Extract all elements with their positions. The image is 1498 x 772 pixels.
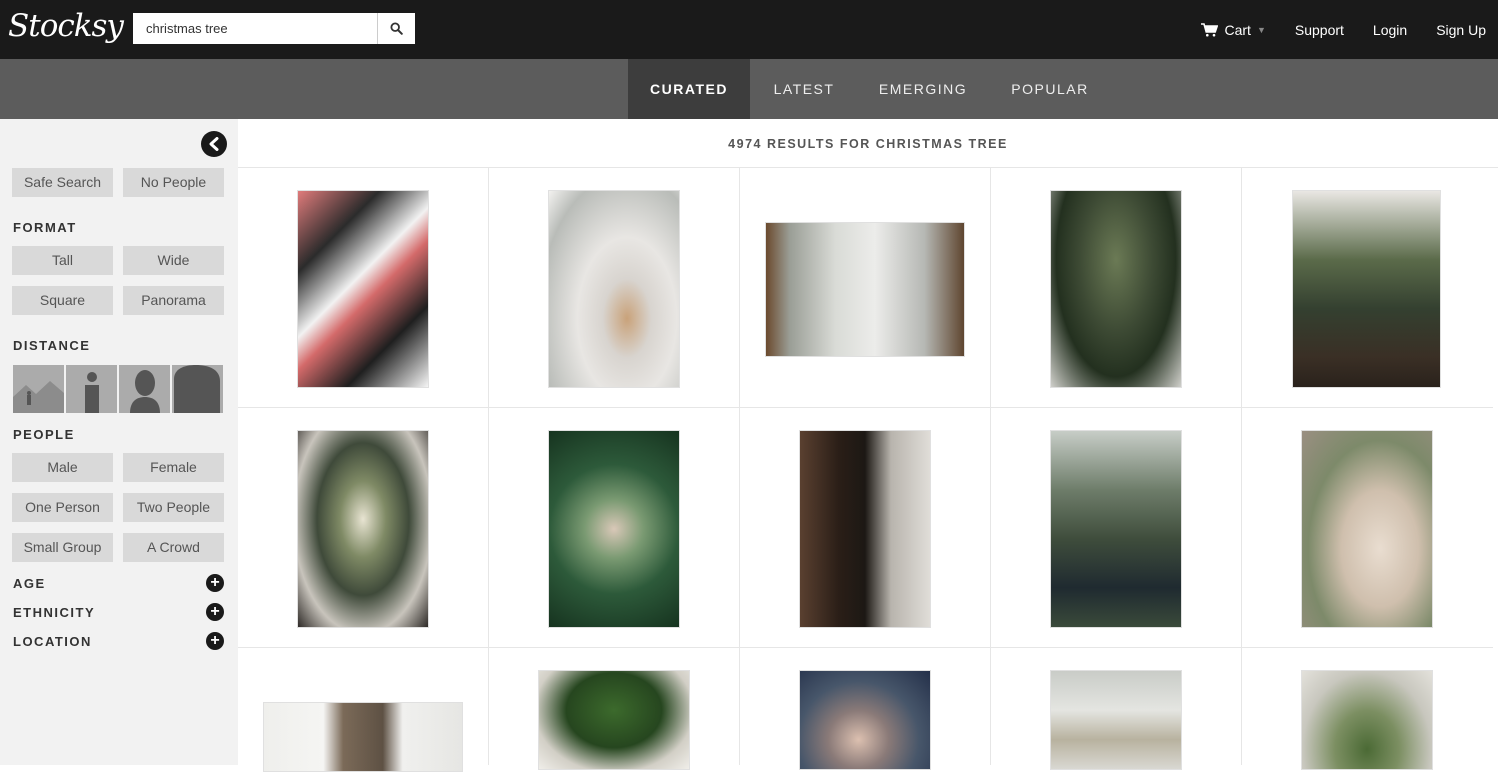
photo-couple-in-car[interactable] <box>1050 430 1182 628</box>
people-female-button[interactable]: Female <box>123 453 224 482</box>
photo-decorating-tree[interactable] <box>538 670 690 770</box>
distance-medium-icon <box>85 372 99 413</box>
result-cell <box>1242 408 1493 648</box>
expand-ethnicity-icon[interactable]: + <box>206 603 224 621</box>
safe-search-button[interactable]: Safe Search <box>12 168 113 197</box>
people-one-person-button[interactable]: One Person <box>12 493 113 522</box>
location-heading[interactable]: LOCATION <box>13 634 92 649</box>
tab-latest[interactable]: LATEST <box>750 59 858 119</box>
result-cell <box>991 408 1242 648</box>
photo-wrapped-gifts[interactable] <box>1301 430 1433 628</box>
distance-close-button[interactable] <box>119 365 170 413</box>
result-cell <box>1242 168 1493 408</box>
result-cell <box>489 648 740 770</box>
result-cell <box>489 408 740 648</box>
people-two-people-button[interactable]: Two People <box>123 493 224 522</box>
people-a-crowd-button[interactable]: A Crowd <box>123 533 224 562</box>
format-panorama-button[interactable]: Panorama <box>123 286 224 315</box>
login-link[interactable]: Login <box>1373 22 1407 38</box>
photo-tree-in-barn[interactable] <box>799 430 931 628</box>
tab-curated[interactable]: CURATED <box>628 59 750 119</box>
header-links: Cart ▼ Support Login Sign Up <box>1172 0 1486 59</box>
results-area: 4974 RESULTS FOR CHRISTMAS TREE <box>238 119 1498 772</box>
photo-small-tree-porch[interactable] <box>1301 670 1433 770</box>
format-tall-button[interactable]: Tall <box>12 246 113 275</box>
photo-barn-doors-wreaths[interactable] <box>263 702 463 772</box>
chevron-down-icon: ▼ <box>1256 24 1266 35</box>
photo-snow-globe-deer[interactable] <box>548 190 680 388</box>
search-bar <box>133 13 415 44</box>
distance-far-button[interactable] <box>13 365 64 413</box>
expand-location-icon[interactable]: + <box>206 632 224 650</box>
stocksy-logo[interactable]: Stocksy <box>8 8 124 44</box>
format-wide-button[interactable]: Wide <box>123 246 224 275</box>
result-cell <box>740 648 991 770</box>
result-cell <box>740 408 991 648</box>
result-cell <box>991 168 1242 408</box>
support-link[interactable]: Support <box>1295 22 1344 38</box>
chevron-left-icon <box>209 137 219 151</box>
photo-woman-ornament[interactable] <box>799 670 931 770</box>
result-cell <box>238 408 489 648</box>
tab-emerging[interactable]: EMERGING <box>858 59 988 119</box>
search-icon <box>390 22 403 35</box>
people-heading: PEOPLE <box>13 427 75 442</box>
tab-popular[interactable]: POPULAR <box>988 59 1112 119</box>
distance-extreme-close-button[interactable] <box>172 365 223 413</box>
filter-sidebar: Safe Search No People FORMAT Tall Wide S… <box>0 119 238 765</box>
result-cell <box>238 168 489 408</box>
cart-button[interactable]: Cart ▼ <box>1200 21 1266 38</box>
result-cell <box>1242 648 1493 770</box>
result-cell <box>238 648 489 772</box>
ethnicity-heading[interactable]: ETHNICITY <box>13 605 95 620</box>
signup-link[interactable]: Sign Up <box>1436 22 1486 38</box>
photo-jar-deer[interactable] <box>548 430 680 628</box>
format-square-button[interactable]: Square <box>12 286 113 315</box>
result-cell <box>991 648 1242 770</box>
photo-dining-room[interactable] <box>765 222 965 357</box>
format-heading: FORMAT <box>13 220 77 235</box>
result-cell <box>489 168 740 408</box>
no-people-button[interactable]: No People <box>123 168 224 197</box>
collapse-sidebar-button[interactable] <box>201 131 227 157</box>
search-button[interactable] <box>377 13 415 44</box>
distance-heading: DISTANCE <box>13 338 91 353</box>
distance-medium-button[interactable] <box>66 365 117 413</box>
cart-label: Cart <box>1224 21 1251 38</box>
sort-tabs: CURATED LATEST EMERGING POPULAR <box>0 59 1498 119</box>
age-heading[interactable]: AGE <box>13 576 46 591</box>
search-input[interactable] <box>133 13 377 44</box>
photo-wall-tree[interactable] <box>1050 670 1182 770</box>
top-navigation-bar: Stocksy Cart ▼ Support Login Sign Up <box>0 0 1498 59</box>
distance-close-icon <box>130 370 160 413</box>
people-male-button[interactable]: Male <box>12 453 113 482</box>
photo-couple-decorating[interactable] <box>1292 190 1441 388</box>
distance-extreme-close-icon <box>174 365 220 413</box>
photo-girl-holding-tree[interactable] <box>297 430 429 628</box>
distance-far-icon <box>13 381 64 413</box>
people-small-group-button[interactable]: Small Group <box>12 533 113 562</box>
photo-gift-boxes[interactable] <box>297 190 429 388</box>
cart-icon <box>1200 22 1218 36</box>
expand-age-icon[interactable]: + <box>206 574 224 592</box>
photo-tree-with-cake[interactable] <box>1050 190 1182 388</box>
result-cell <box>740 168 991 408</box>
results-count: 4974 RESULTS FOR CHRISTMAS TREE <box>238 119 1498 168</box>
